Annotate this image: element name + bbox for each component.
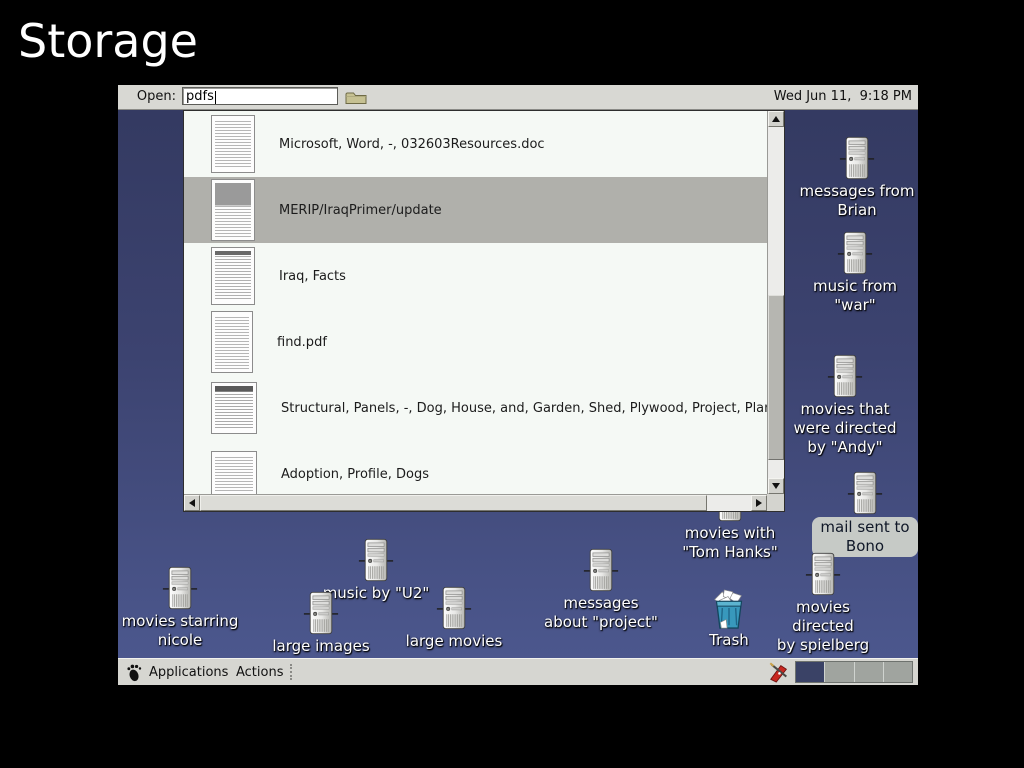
desktop-icon-movies-starring-nicole[interactable]: movies starring nicole <box>120 565 240 650</box>
computer-icon <box>162 565 198 611</box>
computer-icon <box>805 551 841 597</box>
actions-menu-label: Actions <box>236 665 284 680</box>
open-folder-button[interactable] <box>344 87 368 107</box>
gnome-foot-icon <box>126 663 143 682</box>
result-label: Adoption, Profile, Dogs <box>281 467 429 482</box>
desktop-icon-movies-directed-by-andy[interactable]: movies that were directed by "Andy" <box>785 353 905 456</box>
filename-input[interactable]: pdfs <box>182 87 338 105</box>
document-thumbnail <box>211 311 253 373</box>
menu-handle[interactable] <box>290 664 292 680</box>
up-arrow-icon <box>772 116 780 122</box>
applications-menu-label: Applications <box>149 665 228 680</box>
desktop-icon-mail-sent-to-bono[interactable]: mail sent to Bono <box>805 470 918 557</box>
workspace-switcher[interactable] <box>795 661 913 683</box>
computer-icon <box>827 353 863 399</box>
computer-icon <box>303 590 339 636</box>
scroll-down-button[interactable] <box>768 478 784 494</box>
trash-icon <box>708 588 750 630</box>
open-location-bar: Open: pdfs Wed Jun 11, 9:18 PM <box>118 85 918 110</box>
clock: Wed Jun 11, 9:18 PM <box>774 89 912 104</box>
document-thumbnail <box>211 115 255 173</box>
workspace-cell[interactable] <box>884 662 912 682</box>
desktop-icon-movies-directed-by-spielberg[interactable]: movies directed by spielberg <box>763 551 883 654</box>
workspace-cell[interactable] <box>825 662 854 682</box>
document-thumbnail <box>211 382 257 434</box>
desktop-icon-label: movies starring nicole <box>120 612 240 650</box>
vertical-scrollbar[interactable] <box>767 111 784 494</box>
result-row-selected[interactable]: MERIP/IraqPrimer/update <box>184 177 767 243</box>
right-arrow-icon <box>756 499 762 507</box>
desktop-icon-label: large movies <box>394 632 514 651</box>
result-row[interactable]: Adoption, Profile, Dogs <box>184 441 767 494</box>
down-arrow-icon <box>772 483 780 489</box>
result-label: Microsoft, Word, -, 032603Resources.doc <box>279 137 545 152</box>
computer-icon <box>839 135 875 181</box>
vertical-scroll-thumb[interactable] <box>768 295 784 460</box>
computer-icon <box>837 230 873 276</box>
scroll-up-button[interactable] <box>768 111 784 127</box>
applications-menu[interactable]: Applications <box>120 659 234 685</box>
results-list: Microsoft, Word, -, 032603Resources.doc … <box>184 111 767 494</box>
result-label: MERIP/IraqPrimer/update <box>279 203 442 218</box>
desktop-icon-label: music from "war" <box>795 277 915 315</box>
desktop-icon-label: messages about "project" <box>541 594 661 632</box>
search-results-popup: Microsoft, Word, -, 032603Resources.doc … <box>183 110 785 512</box>
screen: Storage <box>0 0 1024 768</box>
computer-icon <box>358 537 394 583</box>
result-row[interactable]: Iraq, Facts <box>184 243 767 309</box>
desktop-icon-label: movies that were directed by "Andy" <box>785 400 905 456</box>
desktop-icon-music-from-war[interactable]: music from "war" <box>795 230 915 315</box>
computer-icon <box>583 547 619 593</box>
filename-input-value: pdfs <box>186 89 214 104</box>
desktop-icon-messages-from-brian[interactable]: messages from Brian <box>797 135 917 220</box>
computer-icon <box>847 470 883 516</box>
horizontal-scrollbar[interactable] <box>184 494 767 511</box>
desktop-icon-large-images[interactable]: large images <box>261 590 381 656</box>
desktop-icon-large-movies[interactable]: large movies <box>394 585 514 651</box>
left-arrow-icon <box>189 499 195 507</box>
utility-knife-icon[interactable] <box>768 661 790 683</box>
computer-icon <box>436 585 472 631</box>
document-thumbnail <box>211 179 255 241</box>
result-row[interactable]: Structural, Panels, -, Dog, House, and, … <box>184 375 767 441</box>
folder-icon <box>345 89 367 105</box>
result-label: Iraq, Facts <box>279 269 346 284</box>
document-thumbnail <box>211 247 255 305</box>
vertical-scroll-track[interactable] <box>768 127 784 478</box>
workspace-cell[interactable] <box>855 662 884 682</box>
desktop-icon-label: large images <box>261 637 381 656</box>
scroll-left-button[interactable] <box>184 495 200 511</box>
workspace-cell-active[interactable] <box>796 662 825 682</box>
taskbar: Applications Actions <box>118 658 918 685</box>
scroll-right-button[interactable] <box>751 495 767 511</box>
document-thumbnail <box>211 451 257 494</box>
desktop-icon-label: movies directed by spielberg <box>763 598 883 654</box>
result-row[interactable]: find.pdf <box>184 309 767 375</box>
text-caret <box>215 91 216 104</box>
result-label: Structural, Panels, -, Dog, House, and, … <box>281 401 767 416</box>
actions-menu[interactable]: Actions <box>230 659 290 685</box>
desktop: Open: pdfs Wed Jun 11, 9:18 PM movies wi… <box>118 85 918 685</box>
desktop-icon-messages-about-project[interactable]: messages about "project" <box>541 547 661 632</box>
result-label: find.pdf <box>277 335 327 350</box>
open-label: Open: <box>118 89 176 104</box>
horizontal-scroll-track[interactable] <box>200 495 751 511</box>
page-title: Storage <box>18 14 198 68</box>
scrollbar-corner <box>767 494 784 511</box>
horizontal-scroll-thumb[interactable] <box>200 495 707 511</box>
desktop-icon-label: messages from Brian <box>797 182 917 220</box>
result-row[interactable]: Microsoft, Word, -, 032603Resources.doc <box>184 111 767 177</box>
